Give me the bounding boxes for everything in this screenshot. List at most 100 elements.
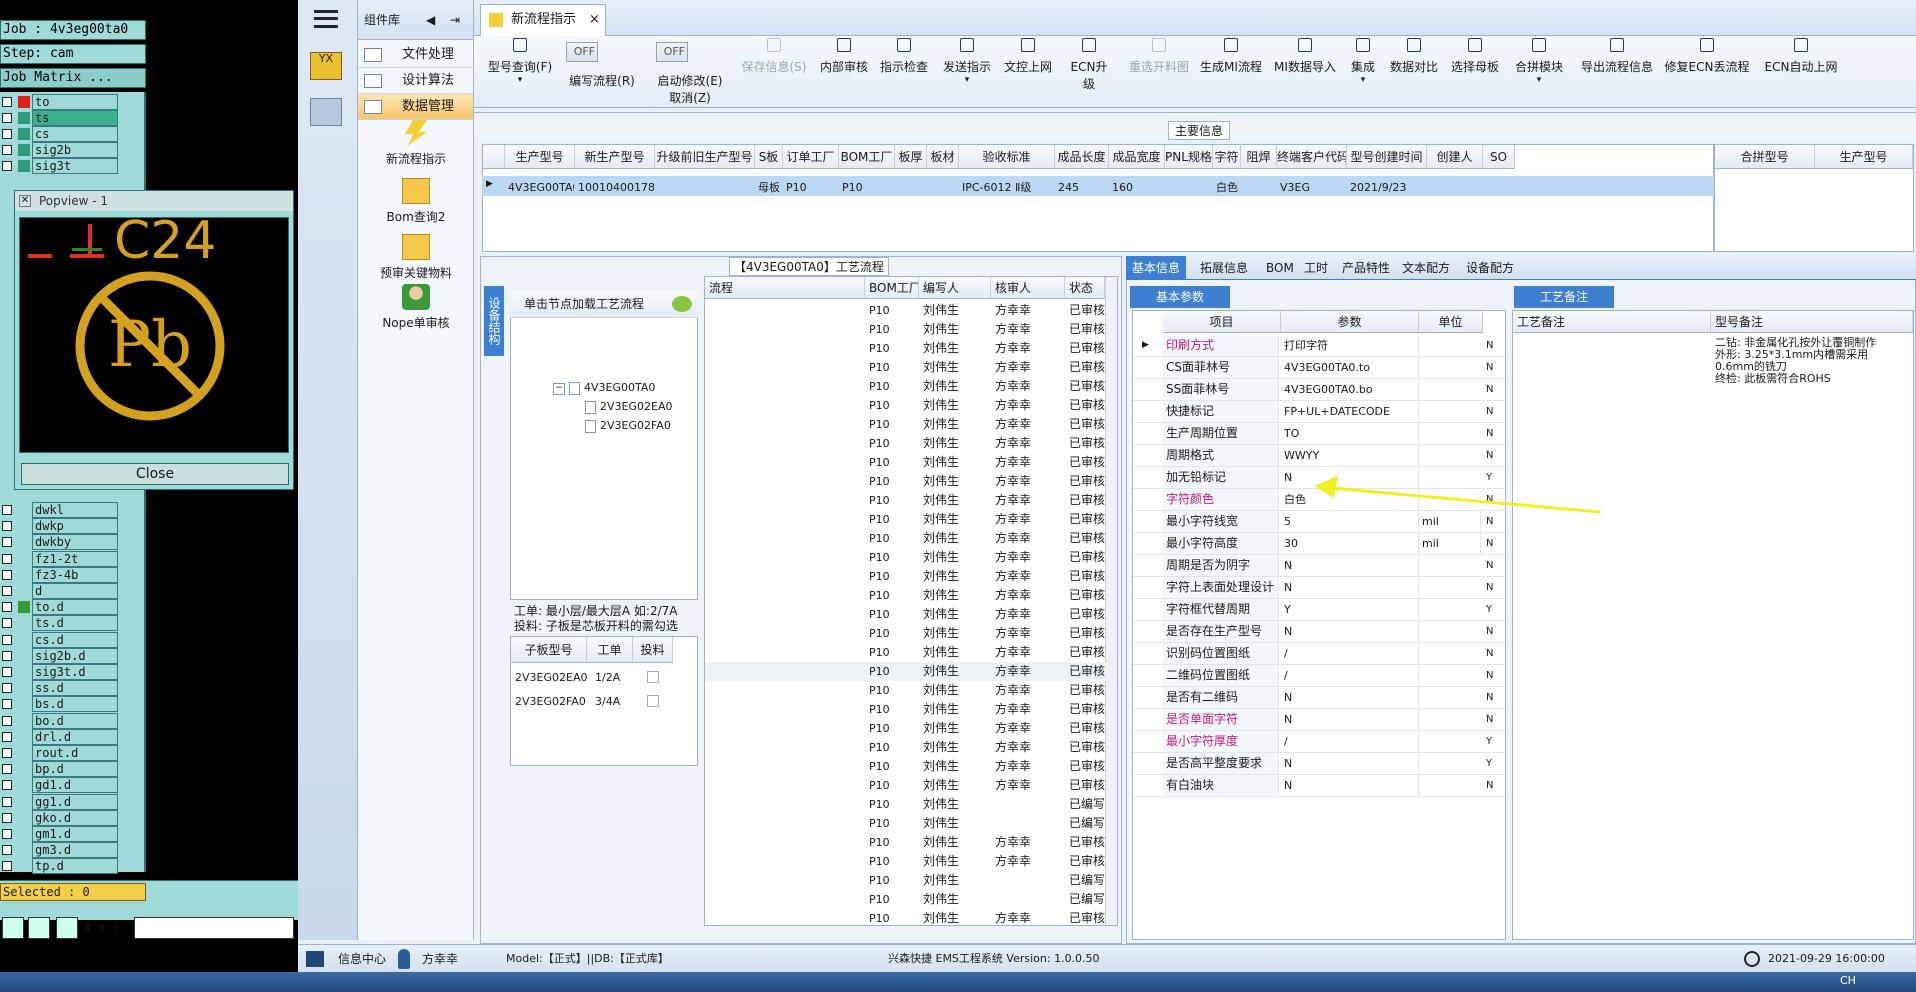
layer-row[interactable]: gm3.d: [0, 842, 146, 859]
column-header[interactable]: BOM工厂: [839, 145, 895, 169]
checkbox[interactable]: [647, 695, 659, 707]
toolbar-button[interactable]: MI数据导入: [1272, 38, 1338, 104]
layer-checkbox[interactable]: [2, 97, 12, 107]
param-row[interactable]: SS面菲林号 4V3EG00TA0.bo N: [1133, 379, 1505, 401]
toolbar-button[interactable]: 型号查询(F) ▾: [482, 38, 558, 104]
layer-name[interactable]: sig3t: [32, 158, 118, 174]
measure-icon[interactable]: [28, 917, 50, 939]
param-value[interactable]: /: [1281, 643, 1419, 664]
flow-row[interactable]: 阻焊前处理P10刘伟生方幸幸已审核: [705, 529, 1117, 548]
param-row[interactable]: 周期是否为阴字 N N: [1133, 555, 1505, 577]
layer-name[interactable]: ts: [32, 110, 118, 126]
layer-checkbox[interactable]: [2, 731, 12, 742]
column-header[interactable]: 板厚: [895, 145, 927, 169]
layer-name[interactable]: ts.d: [32, 615, 118, 632]
table-cell[interactable]: [1426, 179, 1482, 197]
param-value[interactable]: N: [1281, 621, 1419, 642]
param-value[interactable]: Y: [1281, 599, 1419, 620]
layer-name[interactable]: gg1.d: [32, 793, 118, 810]
bom-query-button[interactable]: Bom查询2: [358, 178, 474, 225]
toolbar-button[interactable]: 指示检查: [876, 38, 932, 104]
layer-checkbox[interactable]: [2, 537, 12, 548]
table-cell[interactable]: 4V3EG00TA0: [504, 179, 574, 197]
column-header[interactable]: SO: [1483, 145, 1515, 169]
layer-row[interactable]: sig3t.d: [0, 664, 146, 680]
flow-row[interactable]: 二钻P10刘伟生方幸幸已审核: [705, 852, 1117, 871]
layer-row[interactable]: ts: [0, 110, 146, 126]
param-value[interactable]: 4V3EG00TA0.to: [1281, 357, 1419, 378]
column-header[interactable]: 阻焊: [1241, 145, 1277, 169]
table-cell[interactable]: 2021/9/23: [1346, 179, 1426, 197]
param-row[interactable]: 识别码位置图纸 / N: [1133, 643, 1505, 665]
close-button[interactable]: Close: [21, 463, 289, 485]
param-row[interactable]: 字符上表面处理设计 N N: [1133, 577, 1505, 599]
table-cell[interactable]: [654, 179, 754, 197]
layer-row[interactable]: fz3-4b: [0, 566, 146, 583]
param-row[interactable]: 最小字符厚度 / Y: [1133, 731, 1505, 753]
calculator-icon[interactable]: [310, 98, 342, 126]
sidebar-item-data[interactable]: 数据管理: [358, 94, 473, 120]
detail-tab[interactable]: 工时: [1298, 256, 1334, 280]
layer-row[interactable]: cs.d: [0, 631, 146, 648]
column-header[interactable]: 项目: [1163, 311, 1281, 333]
param-value[interactable]: FP+UL+DATECODE: [1281, 401, 1419, 422]
toggle-switch[interactable]: OFF: [656, 42, 688, 62]
flow-row[interactable]: 沉金P10刘伟生方幸幸已审核: [705, 757, 1117, 776]
table-cell[interactable]: 3/4A: [595, 695, 620, 708]
param-value[interactable]: N: [1281, 555, 1419, 576]
layer-row[interactable]: to: [0, 94, 146, 110]
layer-row[interactable]: sig2b: [0, 142, 146, 158]
toolbar-button[interactable]: 重选开料图: [1124, 38, 1194, 104]
layer-checkbox[interactable]: [2, 861, 12, 872]
param-row[interactable]: 周期格式 WWYY N: [1133, 445, 1505, 467]
windows-grid-icon[interactable]: [306, 951, 324, 967]
flow-row[interactable]: 显影P10刘伟生方幸幸已审核: [705, 624, 1117, 643]
column-header[interactable]: 工单: [587, 637, 633, 663]
layer-row[interactable]: d: [0, 583, 146, 599]
toolbar-button[interactable]: 内部审核: [818, 38, 870, 104]
layer-row[interactable]: ss.d: [0, 680, 146, 697]
param-row[interactable]: 是否高平整度要求 N Y: [1133, 753, 1505, 775]
layer-checkbox[interactable]: [2, 505, 12, 515]
table-cell[interactable]: [1240, 179, 1276, 197]
layer-row[interactable]: cs: [0, 126, 146, 142]
param-value[interactable]: N: [1281, 775, 1419, 796]
flow-row[interactable]: 曝光P10刘伟生方幸幸已审核: [705, 396, 1117, 415]
layer-checkbox[interactable]: [2, 634, 12, 645]
layer-name[interactable]: dwkl: [32, 502, 118, 518]
flow-row[interactable]: 外层干膜P10刘伟生方幸幸已审核: [705, 339, 1117, 358]
expand-icon[interactable]: −: [553, 383, 565, 395]
column-header[interactable]: 订单工厂: [783, 145, 839, 169]
layer-row[interactable]: drl.d: [0, 728, 146, 745]
layer-checkbox[interactable]: [2, 521, 12, 532]
toolbar-button[interactable]: 选择母板: [1448, 38, 1502, 104]
flow-row[interactable]: AOIP10刘伟生方幸幸已审核: [705, 472, 1117, 491]
toolbar-button[interactable]: 集成 ▾: [1348, 38, 1378, 104]
layer-row[interactable]: gm1.d: [0, 826, 146, 842]
param-row[interactable]: 快捷标记 FP+UL+DATECODE N: [1133, 401, 1505, 423]
param-value[interactable]: N: [1281, 687, 1419, 708]
param-value[interactable]: N: [1281, 709, 1419, 730]
tree-node-child[interactable]: 2V3EG02FA0: [585, 419, 671, 433]
column-header[interactable]: 生产型号: [1815, 145, 1913, 169]
flow-row[interactable]: 贴膜P10刘伟生方幸幸已审核: [705, 377, 1117, 396]
layer-name[interactable]: dwkp: [32, 518, 118, 535]
layer-checkbox[interactable]: [2, 129, 12, 139]
param-row[interactable]: 是否存在生产型号 N N: [1133, 621, 1505, 643]
layer-checkbox[interactable]: [2, 764, 12, 775]
column-header[interactable]: 字符: [1213, 145, 1241, 169]
column-header[interactable]: 升级前旧生产型号: [655, 145, 755, 169]
new-flow-icon-button[interactable]: 新流程指示: [358, 120, 474, 167]
param-row[interactable]: CS面菲林号 4V3EG00TA0.to N: [1133, 357, 1505, 379]
detail-tab[interactable]: 设备配方: [1460, 256, 1520, 280]
table-cell[interactable]: 10010400178619: [574, 179, 654, 197]
toolbar-button[interactable]: 合拼模块 ▾: [1512, 38, 1566, 104]
column-header[interactable]: BOM工厂: [865, 277, 919, 299]
layer-row[interactable]: gko.d: [0, 809, 146, 826]
column-header[interactable]: 合拼型号: [1715, 145, 1815, 169]
table-cell[interactable]: 白色: [1212, 179, 1240, 197]
toggle-switch[interactable]: OFF: [566, 42, 598, 62]
layer-row[interactable]: fz1-2t: [0, 550, 146, 567]
param-row[interactable]: ▶ 印刷方式 打印字符 N: [1133, 335, 1505, 357]
flow-row[interactable]: 外层AOIP10刘伟生方幸幸已审核: [705, 491, 1117, 510]
